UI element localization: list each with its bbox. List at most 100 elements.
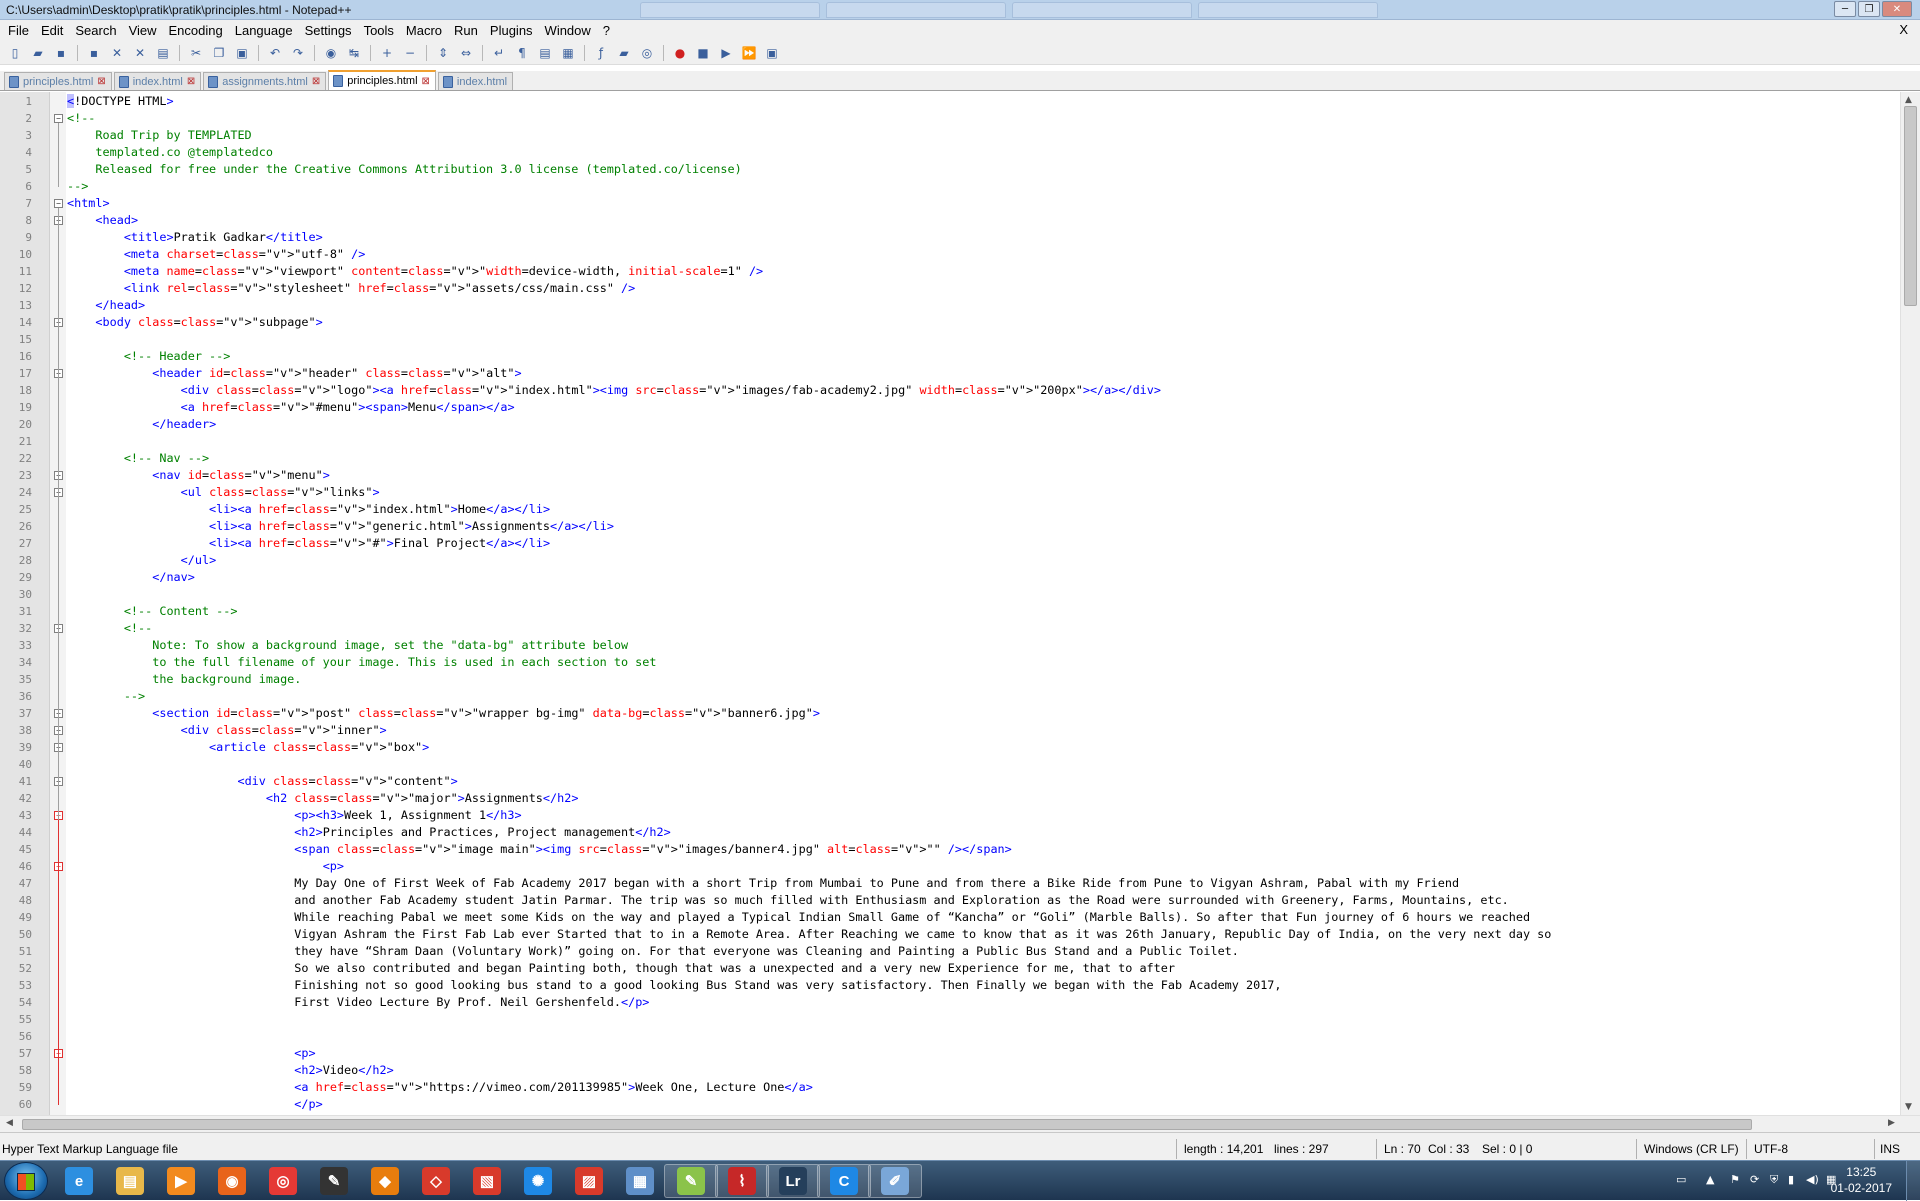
- scroll-right-icon[interactable]: ▶: [1888, 1118, 1895, 1128]
- tray-expand-icon[interactable]: ▲: [1706, 1173, 1714, 1186]
- code-line[interactable]: <nav id=class="v">"menu">: [67, 467, 330, 484]
- sync-vertical-icon[interactable]: ⇕: [434, 45, 452, 61]
- code-line[interactable]: Note: To show a background image, set th…: [67, 637, 628, 654]
- close-window-icon[interactable]: ✕: [1882, 1, 1912, 17]
- chrome-taskbar-button[interactable]: ◎: [256, 1164, 310, 1198]
- acrobat-taskbar-button[interactable]: ⌇: [715, 1164, 769, 1198]
- scroll-down-icon[interactable]: ▼: [1905, 1102, 1912, 1112]
- paste-icon[interactable]: ▣: [233, 45, 251, 61]
- code-line[interactable]: <h2>Video</h2>: [67, 1062, 393, 1079]
- code-line[interactable]: <div class=class="v">"content">: [67, 773, 457, 790]
- code-line[interactable]: -->: [67, 178, 88, 195]
- stop-macro-icon[interactable]: ■: [694, 45, 712, 61]
- code-line[interactable]: <body class=class="v">"subpage">: [67, 314, 322, 331]
- close-document-button[interactable]: X: [1893, 22, 1914, 37]
- code-line[interactable]: <html>: [67, 195, 110, 212]
- sync-horizontal-icon[interactable]: ⇔: [457, 45, 475, 61]
- code-line[interactable]: <meta charset=class="v">"utf-8" />: [67, 246, 366, 263]
- menu-view[interactable]: View: [123, 23, 163, 38]
- code-line[interactable]: <li><a href=class="v">"generic.html">Ass…: [67, 518, 614, 535]
- sketchup-layout-taskbar-button[interactable]: ▧: [460, 1164, 514, 1198]
- explorer-taskbar-button[interactable]: ▤: [103, 1164, 157, 1198]
- code-line[interactable]: <h2>Principles and Practices, Project ma…: [67, 824, 670, 841]
- zoom-in-icon[interactable]: +: [378, 45, 396, 61]
- paint-taskbar-button[interactable]: ✐: [868, 1164, 922, 1198]
- code-line[interactable]: the background image.: [67, 671, 301, 688]
- code-line[interactable]: <li><a href=class="v">"#">Final Project<…: [67, 535, 550, 552]
- maximize-icon[interactable]: ❐: [1858, 1, 1880, 17]
- code-line[interactable]: Released for free under the Creative Com…: [67, 161, 741, 178]
- menu-edit[interactable]: Edit: [35, 23, 69, 38]
- vertical-scroll-thumb[interactable]: [1904, 106, 1917, 306]
- sync-icon[interactable]: ⟳: [1750, 1173, 1759, 1186]
- code-line[interactable]: First Video Lecture By Prof. Neil Gershe…: [67, 994, 649, 1011]
- code-line[interactable]: templated.co @templatedco: [67, 144, 273, 161]
- horizontal-scroll-thumb[interactable]: [22, 1119, 1752, 1130]
- flag-icon[interactable]: ⚑: [1730, 1173, 1740, 1186]
- undo-icon[interactable]: ↶: [266, 45, 284, 61]
- doc-map-icon[interactable]: ▦: [559, 45, 577, 61]
- menu-search[interactable]: Search: [69, 23, 122, 38]
- horizontal-scrollbar[interactable]: ◀ ▶: [0, 1115, 1920, 1132]
- code-line[interactable]: <meta name=class="v">"viewport" content=…: [67, 263, 763, 280]
- firefox-taskbar-button[interactable]: ◉: [205, 1164, 259, 1198]
- copy-icon[interactable]: ❐: [210, 45, 228, 61]
- code-line[interactable]: <a href=class="v">"#menu"><span>Menu</sp…: [67, 399, 515, 416]
- clock[interactable]: 13:25 01-02-2017: [1831, 1164, 1892, 1196]
- code-line[interactable]: <link rel=class="v">"stylesheet" href=cl…: [67, 280, 635, 297]
- code-line[interactable]: Finishing not so good looking bus stand …: [67, 977, 1281, 994]
- code-line[interactable]: </head>: [67, 297, 145, 314]
- code-line[interactable]: Vigyan Ashram the First Fab Lab ever Sta…: [67, 926, 1551, 943]
- code-line[interactable]: <a href=class="v">"https://vimeo.com/201…: [67, 1079, 813, 1096]
- fold-toggle-icon[interactable]: −: [54, 199, 63, 208]
- menu-run[interactable]: Run: [448, 23, 484, 38]
- power-icon[interactable]: ▮: [1788, 1173, 1794, 1186]
- code-editor[interactable]: 1 2 3 4 5 6 7 8 9 10 11 12 13 14 15 16 17 18 19 20 21 22 23 24 2…: [0, 92, 1920, 1115]
- code-line[interactable]: </p>: [67, 1096, 322, 1113]
- record-macro-icon[interactable]: ●: [671, 45, 689, 61]
- blender-taskbar-button[interactable]: ◆: [358, 1164, 412, 1198]
- tab-assignments-html[interactable]: assignments.html ⊠: [203, 72, 327, 90]
- find-icon[interactable]: ◉: [322, 45, 340, 61]
- indent-guide-icon[interactable]: ▤: [536, 45, 554, 61]
- close-tab-icon[interactable]: ⊠: [187, 76, 195, 87]
- all-chars-icon[interactable]: ¶: [513, 45, 531, 61]
- start-button[interactable]: [4, 1162, 48, 1200]
- code-line[interactable]: While reaching Pabal we meet some Kids o…: [67, 909, 1530, 926]
- redo-icon[interactable]: ↷: [289, 45, 307, 61]
- menu-plugins[interactable]: Plugins: [484, 23, 539, 38]
- code-line[interactable]: <ul class=class="v">"links">: [67, 484, 380, 501]
- menu-window[interactable]: Window: [539, 23, 597, 38]
- code-line[interactable]: <!-- Nav -->: [67, 450, 209, 467]
- code-line[interactable]: </nav>: [67, 569, 195, 586]
- scroll-left-icon[interactable]: ◀: [6, 1118, 13, 1128]
- code-line[interactable]: <title>Pratik Gadkar</title>: [67, 229, 323, 246]
- close-tab-icon[interactable]: ⊠: [97, 76, 105, 87]
- code-line[interactable]: <li><a href=class="v">"index.html">Home<…: [67, 501, 550, 518]
- code-line[interactable]: -->: [67, 688, 145, 705]
- minimize-icon[interactable]: ─: [1834, 1, 1856, 17]
- code-line[interactable]: <head>: [67, 212, 138, 229]
- lightroom-taskbar-button[interactable]: Lr: [766, 1164, 820, 1198]
- media-player-taskbar-button[interactable]: ▶: [154, 1164, 208, 1198]
- code-line[interactable]: and another Fab Academy student Jatin Pa…: [67, 892, 1509, 909]
- code-line[interactable]: <h2 class=class="v">"major">Assignments<…: [67, 790, 579, 807]
- security-icon[interactable]: ⛨: [1770, 1173, 1778, 1187]
- code-line[interactable]: So we also contributed and began Paintin…: [67, 960, 1175, 977]
- replace-icon[interactable]: ↹: [345, 45, 363, 61]
- tab-index-html-2[interactable]: index.html: [437, 72, 514, 90]
- code-line[interactable]: <p><h3>Week 1, Assignment 1</h3>: [67, 807, 521, 824]
- code-line[interactable]: they have “Shram Daan (Voluntary Work)” …: [67, 943, 1239, 960]
- menu-macro[interactable]: Macro: [400, 23, 448, 38]
- run-macro-multiple-icon[interactable]: ⏩: [740, 45, 758, 61]
- sketchup-taskbar-button[interactable]: ◇: [409, 1164, 463, 1198]
- zoom-out-icon[interactable]: −: [401, 45, 419, 61]
- cut-icon[interactable]: ✂: [187, 45, 205, 61]
- ccleaner-taskbar-button[interactable]: C: [817, 1164, 871, 1198]
- code-line[interactable]: <!-- Header -->: [67, 348, 231, 365]
- code-line[interactable]: <!DOCTYPE HTML>: [67, 93, 174, 110]
- code-line[interactable]: <p>: [67, 1045, 315, 1062]
- vertical-scrollbar[interactable]: ▲ ▼: [1900, 92, 1920, 1115]
- open-file-icon[interactable]: ▰: [29, 45, 47, 61]
- control-panel-taskbar-button[interactable]: ▦: [613, 1164, 667, 1198]
